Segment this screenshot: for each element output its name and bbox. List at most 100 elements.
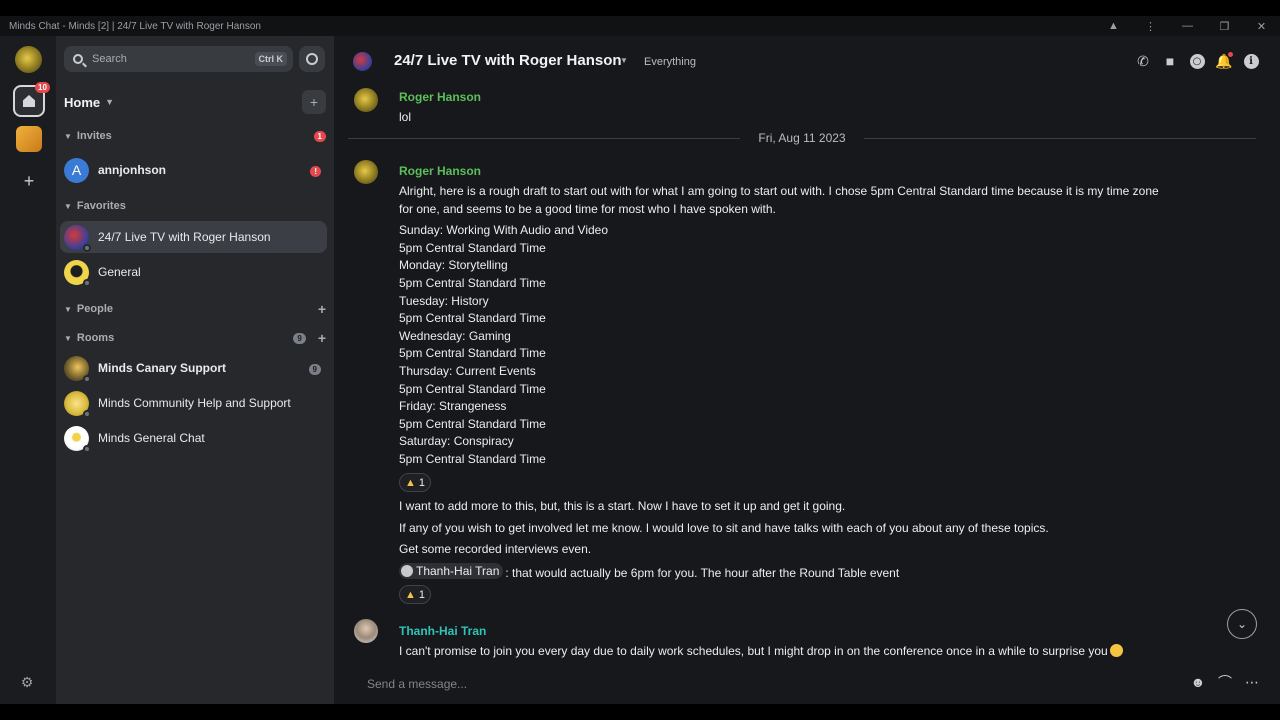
mention-name: Thanh-Hai Tran bbox=[416, 564, 500, 578]
search-icon bbox=[73, 54, 83, 64]
more-options-icon[interactable]: ⋯ bbox=[1244, 674, 1260, 690]
chevron-down-icon[interactable]: ▼ bbox=[620, 56, 628, 65]
search-shortcut-hint: Ctrl K bbox=[254, 52, 287, 66]
reaction-count: 1 bbox=[418, 476, 426, 489]
schedule-line: 5pm Central Standard Time bbox=[399, 346, 546, 360]
minimize-icon[interactable]: — bbox=[1169, 16, 1206, 36]
section-favorites[interactable]: ▼ Favorites bbox=[64, 198, 326, 214]
jump-to-latest-button[interactable]: ⌄ bbox=[1227, 609, 1257, 639]
message-text: for one, and seems to be a good time for… bbox=[399, 202, 776, 216]
room-view: 24/7 Live TV with Roger Hanson ▼ Everyth… bbox=[334, 36, 1280, 704]
room-title[interactable]: 24/7 Live TV with Roger Hanson bbox=[394, 52, 622, 69]
add-room-button[interactable]: + bbox=[302, 90, 326, 114]
thumbs-up-icon: ▲ bbox=[405, 588, 416, 601]
message-text: I want to add more to this, but, this is… bbox=[399, 499, 846, 513]
room-item-live-tv[interactable]: 24/7 Live TV with Roger Hanson bbox=[60, 221, 327, 253]
search-input[interactable] bbox=[92, 53, 242, 65]
search-bar[interactable]: Ctrl K bbox=[64, 46, 293, 72]
room-name: General bbox=[98, 265, 141, 279]
home-space-button[interactable]: 10 bbox=[13, 82, 50, 117]
reaction-thumbs-up[interactable]: ▲ 1 bbox=[399, 585, 432, 604]
attachment-paperclip-icon[interactable]: ⌒ bbox=[1217, 674, 1233, 690]
avatar bbox=[64, 425, 91, 453]
invites-count-badge: 1 bbox=[313, 130, 326, 142]
room-item-canary-support[interactable]: Minds Canary Support 9 bbox=[60, 352, 327, 384]
room-name: Minds General Chat bbox=[98, 431, 205, 445]
room-header: 24/7 Live TV with Roger Hanson ▼ Everyth… bbox=[334, 36, 1280, 86]
message-with-mention: Thanh-Hai Tran : that would actually be 6… bbox=[399, 563, 899, 580]
sender-avatar[interactable] bbox=[354, 88, 378, 112]
section-people[interactable]: ▼ People + bbox=[64, 301, 326, 317]
avatar bbox=[64, 355, 91, 383]
room-item-general-chat[interactable]: Minds General Chat bbox=[60, 422, 327, 454]
pin-icon[interactable]: ▲ bbox=[1095, 16, 1132, 36]
chevron-down-icon: ▼ bbox=[64, 131, 72, 141]
notification-dot bbox=[1228, 52, 1233, 57]
presence-dot bbox=[83, 409, 91, 418]
room-info-icon[interactable]: i bbox=[1242, 52, 1260, 70]
schedule-line: 5pm Central Standard Time bbox=[399, 452, 546, 466]
avatar bbox=[64, 259, 91, 287]
room-name: Minds Community Help and Support bbox=[98, 396, 291, 410]
sender-avatar[interactable] bbox=[354, 619, 378, 643]
video-call-icon[interactable]: ■ bbox=[1161, 52, 1179, 70]
message-timeline[interactable]: Roger Hanson lol Fri, Aug 11 2023 Roger … bbox=[334, 86, 1280, 664]
emoji-picker-icon[interactable]: ☻ bbox=[1190, 674, 1206, 690]
minds-space-button[interactable] bbox=[16, 126, 42, 152]
schedule-line: 5pm Central Standard Time bbox=[399, 417, 546, 431]
create-space-button[interactable]: + bbox=[14, 166, 44, 196]
invite-item-annjonhson[interactable]: A annjonhson ! bbox=[60, 154, 327, 186]
date-label: Fri, Aug 11 2023 bbox=[758, 131, 846, 145]
invite-alert-badge: ! bbox=[310, 166, 321, 177]
sender-name[interactable]: Roger Hanson bbox=[399, 164, 481, 178]
restore-icon[interactable]: ❐ bbox=[1206, 16, 1243, 36]
schedule-line: 5pm Central Standard Time bbox=[399, 241, 546, 255]
settings-gear-icon[interactable]: ⚙ bbox=[19, 674, 35, 690]
message-text: If any of you wish to get involved let m… bbox=[399, 521, 1049, 535]
room-item-community-help[interactable]: Minds Community Help and Support bbox=[60, 387, 327, 419]
sender-name[interactable]: Roger Hanson bbox=[399, 90, 481, 104]
window-menu-icon[interactable]: ⋮ bbox=[1132, 16, 1169, 36]
threads-icon[interactable]: ○ bbox=[1188, 52, 1206, 70]
schedule-line: 5pm Central Standard Time bbox=[399, 382, 546, 396]
add-room-icon[interactable]: + bbox=[318, 331, 326, 345]
room-item-general[interactable]: General bbox=[60, 256, 327, 288]
message-text: Alright, here is a rough draft to start … bbox=[399, 184, 1159, 198]
schedule-line: 5pm Central Standard Time bbox=[399, 276, 546, 290]
date-separator: Fri, Aug 11 2023 bbox=[348, 131, 1257, 145]
room-topic[interactable]: Everything bbox=[644, 56, 696, 68]
sender-avatar[interactable] bbox=[354, 160, 378, 184]
add-person-icon[interactable]: + bbox=[318, 302, 326, 316]
user-avatar[interactable] bbox=[15, 46, 42, 73]
room-name: Minds Canary Support bbox=[98, 361, 227, 375]
section-rooms[interactable]: ▼ Rooms 9 + bbox=[64, 330, 326, 346]
schedule-line: Thursday: Current Events bbox=[399, 364, 536, 378]
section-invites[interactable]: ▼ Invites 1 bbox=[64, 128, 326, 144]
presence-dot bbox=[83, 243, 91, 252]
compass-icon bbox=[306, 53, 318, 65]
voice-call-icon[interactable]: ✆ bbox=[1134, 52, 1152, 70]
reaction-count: 1 bbox=[418, 588, 426, 601]
section-label: Rooms bbox=[76, 332, 115, 344]
message-text: : that would actually be 6pm for you. Th… bbox=[505, 566, 900, 580]
reaction-thumbs-up[interactable]: ▲ 1 bbox=[399, 473, 432, 492]
user-mention-pill[interactable]: Thanh-Hai Tran bbox=[399, 563, 504, 579]
window-titlebar: Minds Chat - Minds [2] | 24/7 Live TV wi… bbox=[0, 16, 1280, 36]
home-title[interactable]: Home bbox=[64, 95, 100, 110]
divider bbox=[863, 137, 1257, 139]
chevron-down-icon: ▼ bbox=[64, 201, 72, 211]
close-icon[interactable]: ✕ bbox=[1243, 16, 1280, 36]
message-composer: ☻ ⌒ ⋯ bbox=[334, 664, 1280, 704]
avatar: A bbox=[64, 157, 89, 183]
window-title: Minds Chat - Minds [2] | 24/7 Live TV wi… bbox=[9, 20, 261, 32]
room-avatar[interactable] bbox=[353, 52, 372, 71]
notifications-bell-icon[interactable]: 🔔 bbox=[1215, 52, 1233, 70]
sender-name[interactable]: Thanh-Hai Tran bbox=[399, 624, 486, 638]
space-bar: 10 + ⚙ bbox=[0, 36, 56, 704]
chevron-down-icon[interactable]: ▼ bbox=[105, 97, 114, 107]
avatar bbox=[64, 390, 91, 418]
schedule-line: Tuesday: History bbox=[399, 294, 489, 308]
schedule-line: Wednesday: Gaming bbox=[399, 329, 511, 343]
explore-rooms-button[interactable] bbox=[299, 46, 325, 72]
message-input[interactable] bbox=[367, 674, 1167, 694]
